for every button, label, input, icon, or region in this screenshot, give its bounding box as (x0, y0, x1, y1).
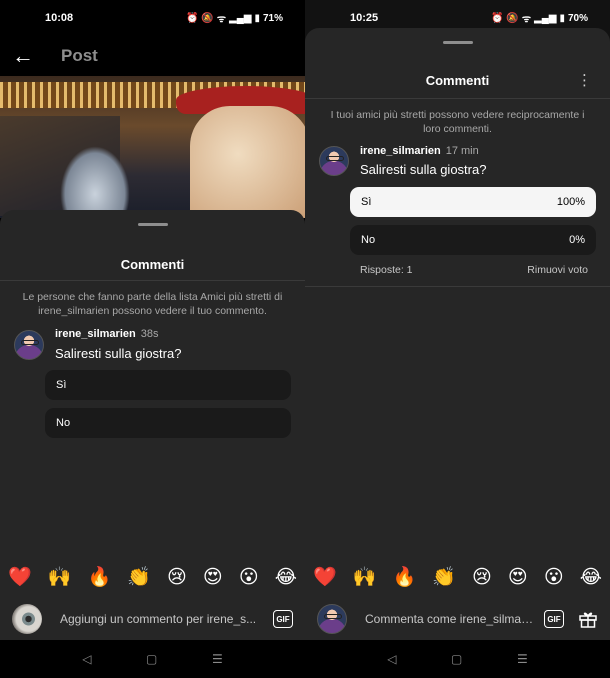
signal-icon: ▂▄▆ (534, 12, 557, 24)
comment-author[interactable]: irene_silmarien 17 min (360, 145, 479, 157)
poll-option-percent: 0% (569, 234, 585, 246)
nav-home-icon[interactable]: ▢ (451, 652, 462, 666)
page-title: Post (61, 46, 98, 65)
gift-icon[interactable] (578, 609, 598, 629)
emoji-fire[interactable]: 🔥 (88, 565, 112, 589)
right-screenshot: 10:25 ⏰ 🔕 ᯤ ▂▄▆ ▮ 70% Commenti ⋮ I tuoi … (305, 0, 610, 678)
emoji-heart[interactable]: ❤️ (8, 565, 32, 589)
nav-recent-icon[interactable]: ☰ (212, 652, 223, 666)
poll-option-percent: 100% (556, 196, 585, 208)
post-header: ← Post (0, 36, 305, 76)
emoji-sad[interactable]: 😢 (167, 566, 187, 589)
remove-vote-button[interactable]: Rimuovi voto (527, 264, 588, 276)
mute-icon: 🔕 (506, 12, 519, 24)
sheet-title: Commenti (425, 73, 490, 88)
alarm-icon: ⏰ (185, 12, 199, 24)
comment-input[interactable]: Commenta come irene_silmarien... (365, 612, 534, 626)
drag-handle[interactable] (442, 41, 473, 44)
poll-option-label: No (56, 417, 71, 429)
nav-home-icon[interactable]: ▢ (146, 652, 157, 666)
emoji-raised-hands[interactable]: 🙌 (48, 565, 72, 589)
poll-option-yes[interactable]: Sì (45, 370, 291, 400)
snowy-tree (60, 146, 130, 218)
poll-option-label: Sì (361, 196, 372, 208)
comment-author[interactable]: irene_silmarien 38s (55, 328, 158, 340)
comment-input-bar: Commenta come irene_silmarien... GIF (305, 598, 610, 640)
comment-input[interactable]: Aggiungi un commento per irene_s... (60, 612, 263, 626)
emoji-laughing[interactable]: 😂 (580, 566, 602, 589)
emoji-laughing[interactable]: 😂 (275, 566, 297, 589)
gif-icon[interactable]: GIF (544, 610, 564, 628)
sheet-title: Commenti (120, 257, 185, 272)
poll-option-label: Sì (56, 379, 67, 391)
emoji-clap[interactable]: 👏 (432, 565, 456, 589)
android-nav-bar: ◁ ▢ ☰ (0, 640, 305, 678)
status-time: 10:25 (350, 12, 379, 24)
divider (0, 280, 305, 281)
divider (305, 98, 610, 99)
emoji-clap[interactable]: 👏 (127, 565, 151, 589)
poll-option-yes[interactable]: Sì 100% (350, 187, 596, 217)
status-time: 10:08 (45, 12, 74, 24)
user-avatar (12, 604, 42, 634)
emoji-heart-eyes[interactable]: 😍 (508, 566, 528, 589)
avatar[interactable] (14, 330, 44, 360)
poll-option-label: No (361, 234, 376, 246)
wifi-icon: ᯤ (216, 14, 226, 25)
privacy-note: Le persone che fanno parte della lista A… (22, 291, 283, 317)
emoji-surprised[interactable]: 😮 (239, 566, 259, 589)
battery-level: 70% (567, 12, 588, 24)
comment-text: Saliresti sulla giostra? (360, 162, 487, 177)
gif-icon[interactable]: GIF (273, 610, 293, 628)
carousel-body (190, 106, 305, 218)
drag-handle[interactable] (137, 223, 168, 226)
nav-back-icon[interactable]: ◁ (82, 652, 91, 666)
nav-recent-icon[interactable]: ☰ (517, 652, 528, 666)
comment-username[interactable]: irene_silmarien (360, 145, 441, 157)
alarm-icon: ⏰ (490, 12, 504, 24)
status-bar: 10:08 ⏰ 🔕 ᯤ ▂▄▆ ▮ 71% (0, 0, 305, 36)
mute-icon: 🔕 (201, 12, 214, 24)
comment-text: Saliresti sulla giostra? (55, 346, 182, 361)
wifi-icon: ᯤ (521, 14, 531, 25)
emoji-sad[interactable]: 😢 (472, 566, 492, 589)
emoji-fire[interactable]: 🔥 (393, 565, 417, 589)
back-arrow-icon[interactable]: ← (12, 43, 36, 69)
divider (305, 286, 610, 287)
emoji-heart[interactable]: ❤️ (313, 565, 337, 589)
battery-icon: ▮ (254, 12, 260, 24)
comment-input-bar: Aggiungi un commento per irene_s... GIF (0, 598, 305, 640)
comment-username[interactable]: irene_silmarien (55, 328, 136, 340)
poll-option-no[interactable]: No (45, 408, 291, 438)
emoji-heart-eyes[interactable]: 😍 (203, 566, 223, 589)
privacy-note: I tuoi amici più stretti possono vedere … (330, 109, 585, 135)
android-nav-bar: ◁ ▢ ☰ (305, 640, 610, 678)
battery-icon: ▮ (559, 12, 565, 24)
emoji-surprised[interactable]: 😮 (544, 566, 564, 589)
poll-option-no[interactable]: No 0% (350, 225, 596, 255)
emoji-reactions: ❤️ 🙌 🔥 👏 😢 😍 😮 😂 (305, 562, 610, 592)
left-screenshot: 10:08 ⏰ 🔕 ᯤ ▂▄▆ ▮ 71% ← Post Commenti Le… (0, 0, 305, 678)
user-avatar (317, 604, 347, 634)
more-options-icon[interactable]: ⋮ (577, 71, 592, 89)
poll-responses[interactable]: Risposte: 1 (360, 264, 413, 276)
signal-icon: ▂▄▆ (229, 12, 252, 24)
comment-time: 17 min (445, 145, 479, 157)
battery-level: 71% (262, 12, 283, 24)
comment-time: 38s (140, 328, 159, 340)
emoji-reactions: ❤️ 🙌 🔥 👏 😢 😍 😮 😂 (0, 562, 305, 592)
emoji-raised-hands[interactable]: 🙌 (353, 565, 377, 589)
nav-back-icon[interactable]: ◁ (387, 652, 396, 666)
post-image (0, 76, 305, 218)
avatar[interactable] (319, 146, 349, 176)
